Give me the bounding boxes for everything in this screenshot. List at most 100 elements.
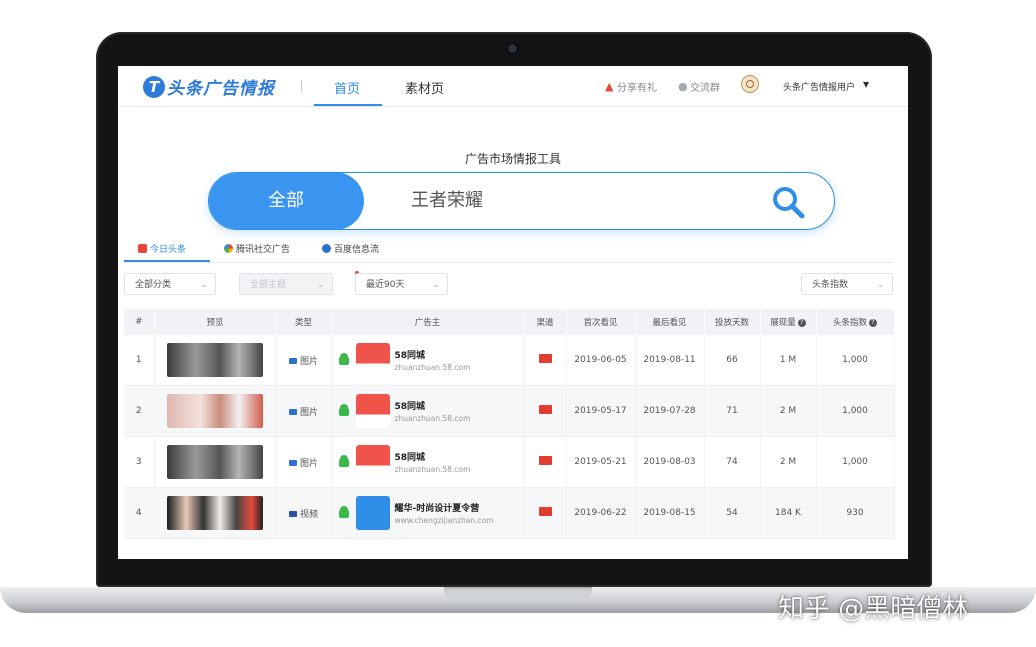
nav-home[interactable]: 首页 [334, 78, 360, 97]
android-icon [338, 353, 349, 365]
nav-materials[interactable]: 素材页 [405, 78, 444, 97]
logo[interactable]: T 头条广告情报 [143, 74, 275, 99]
ad-preview-image[interactable] [167, 394, 263, 428]
tab-tencent[interactable]: 腾讯社交广告 [224, 242, 290, 255]
user-avatar[interactable] [741, 75, 759, 93]
android-icon [338, 506, 349, 518]
platform-tabs: 今日头条 腾讯社交广告 百度信息流 [124, 236, 894, 263]
search-input[interactable] [411, 173, 731, 229]
tab-label: 腾讯社交广告 [236, 245, 291, 255]
advertiser-url: zhuanzhuan.58.com [394, 363, 471, 372]
category-select[interactable]: 全部分类 ⌄ [124, 273, 216, 295]
first-seen: 2019-05-21 [566, 436, 636, 488]
toutiao-icon [138, 244, 147, 253]
toutiao-icon [538, 354, 552, 363]
score: 930 [816, 487, 895, 539]
android-icon [338, 455, 349, 467]
share-link[interactable]: ▲ 分享有礼 [605, 79, 657, 95]
tab-toutiao[interactable]: 今日头条 [138, 242, 186, 255]
nav-active-indicator [314, 104, 382, 106]
col-channel: 渠道 [524, 309, 567, 335]
score: 1,000 [816, 335, 895, 386]
nav-divider [301, 80, 302, 93]
page-title: 广告市场情报工具 [464, 152, 561, 166]
ad-type: 视频 [299, 509, 318, 520]
col-views: 展现量? [760, 309, 817, 335]
col-last-seen: 最后看见 [635, 309, 705, 335]
android-icon [338, 404, 349, 416]
last-seen: 2019-07-28 [635, 385, 705, 437]
col-index: # [124, 309, 155, 335]
ad-preview-image[interactable] [167, 496, 263, 530]
search-category-button[interactable]: 全部 [209, 173, 364, 229]
advertiser-url: www.chengzijianzhan.com [394, 516, 494, 525]
chevron-down-icon: ⌄ [317, 280, 324, 289]
ad-type: 图片 [299, 356, 318, 367]
table-row[interactable]: 4 视频 耀华-时尚设计夏令营 www.chengzijianzhan.com … [124, 487, 895, 539]
app-icon [355, 394, 390, 428]
col-first-seen: 首次看见 [566, 309, 636, 335]
help-icon[interactable]: ? [797, 318, 806, 327]
days: 74 [704, 436, 761, 488]
sort-select-value: 头条指数 [812, 280, 849, 290]
tab-label: 今日头条 [150, 245, 187, 255]
views: 184 K [760, 487, 817, 539]
app-icon [355, 343, 390, 377]
table-row[interactable]: 2 图片 58同城 zhuanzhuan.58.com 2019-05-17 2… [124, 385, 895, 437]
gift-icon: ▲ [605, 79, 614, 93]
table-row[interactable]: 1 图片 58同城 zhuanzhuan.58.com 2019-06-05 2… [124, 335, 895, 386]
views: 2 M [760, 385, 817, 437]
webcam [508, 44, 517, 53]
row-index: 2 [124, 385, 155, 437]
advertiser-name[interactable]: 58同城 [395, 348, 471, 361]
advertiser-name[interactable]: 耀华-时尚设计夏令营 [395, 501, 494, 514]
views: 2 M [760, 436, 817, 488]
row-index: 3 [124, 436, 155, 488]
baidu-icon [322, 244, 331, 253]
first-seen: 2019-06-22 [566, 487, 636, 539]
row-index: 1 [124, 335, 155, 386]
video-type-icon [288, 511, 297, 517]
group-label: 交流群 [690, 83, 720, 94]
category-select-value: 全部分类 [135, 280, 172, 290]
tab-baidu[interactable]: 百度信息流 [322, 242, 379, 255]
image-type-icon [288, 460, 297, 466]
ad-preview-image[interactable] [167, 445, 263, 479]
first-seen: 2019-06-05 [566, 335, 636, 386]
advertiser-name[interactable]: 58同城 [395, 450, 471, 463]
first-seen: 2019-05-17 [566, 385, 636, 437]
tab-active-indicator [124, 260, 210, 262]
ad-preview-image[interactable] [167, 343, 263, 377]
advertiser-name[interactable]: 58同城 [395, 399, 471, 412]
search-icon[interactable] [769, 183, 807, 221]
last-seen: 2019-08-03 [635, 436, 705, 488]
app-icon [355, 496, 390, 530]
help-icon[interactable]: ? [869, 318, 877, 327]
search-bar: 全部 [208, 172, 835, 230]
screen: T 头条广告情报 首页 素材页 ▲ 分享有礼 ● 交流群 头条广告情报用户 ▼ … [118, 66, 908, 559]
row-index: 4 [124, 487, 155, 539]
chevron-down-icon: ⌄ [877, 280, 884, 289]
period-select[interactable]: 最近90天 ⌄ [355, 273, 448, 295]
table-header: # 预览 类型 广告主 渠道 首次看见 最后看见 投放天数 展现量? 头条指数? [124, 309, 895, 335]
views: 1 M [760, 335, 817, 386]
col-days: 投放天数 [704, 309, 761, 335]
group-icon: ● [678, 79, 688, 93]
chevron-down-icon[interactable]: ▼ [863, 80, 869, 89]
group-link[interactable]: ● 交流群 [678, 79, 720, 95]
col-preview: 预览 [154, 309, 277, 335]
user-name[interactable]: 头条广告情报用户 [783, 80, 855, 93]
theme-select[interactable]: 全部主题 ⌄ [239, 273, 333, 295]
app-icon [355, 445, 390, 479]
col-type: 类型 [276, 309, 332, 335]
period-select-value: 最近90天 [366, 280, 405, 290]
sort-select[interactable]: 头条指数 ⌄ [801, 273, 893, 295]
tencent-icon [224, 244, 233, 253]
logo-text: 头条广告情报 [167, 79, 275, 99]
share-label: 分享有礼 [617, 83, 657, 94]
advertiser-url: zhuanzhuan.58.com [394, 414, 471, 423]
table-row[interactable]: 3 图片 58同城 zhuanzhuan.58.com 2019-05-21 2… [124, 436, 895, 488]
ads-table: # 预览 类型 广告主 渠道 首次看见 最后看见 投放天数 展现量? 头条指数?… [124, 309, 895, 539]
last-seen: 2019-08-15 [635, 487, 705, 539]
advertiser-url: zhuanzhuan.58.com [394, 465, 471, 474]
